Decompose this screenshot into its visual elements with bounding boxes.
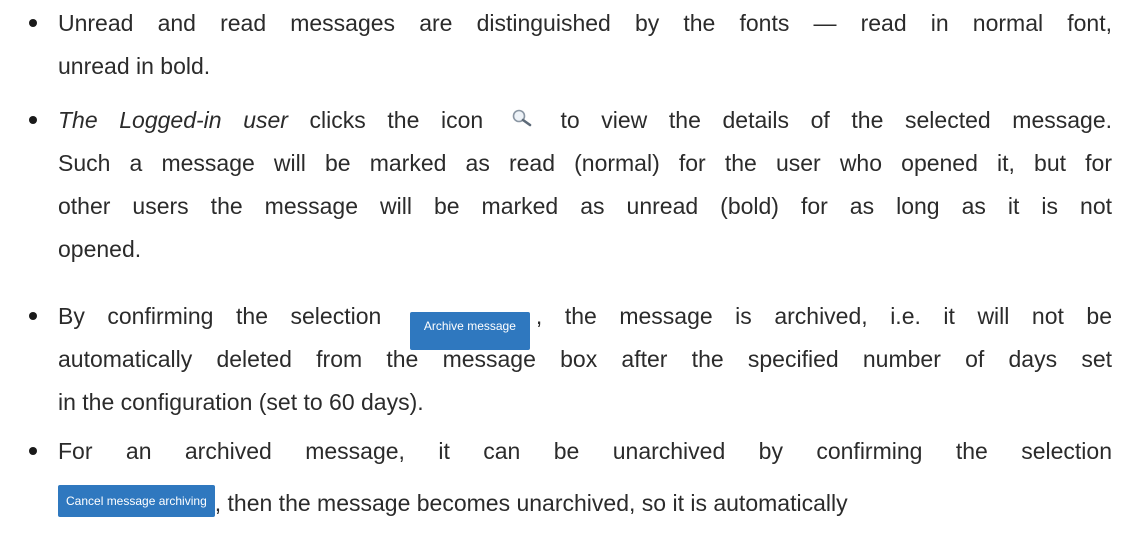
bullet-marker — [29, 312, 37, 320]
inline-text: , then the message becomes unarchived, s… — [214, 490, 848, 516]
text-line: in the configuration (set to 60 days). — [58, 389, 424, 415]
inline-text: clicks the icon — [287, 107, 484, 133]
text-line: For an archived message, it can be unarc… — [58, 438, 1112, 464]
document-page: Unread and read messages are distinguish… — [0, 0, 1137, 554]
text-line: Unread and read messages are distinguish… — [58, 10, 1112, 36]
text-line: The Logged-in user clicks the icon to vi… — [58, 103, 1112, 137]
emphasis-text: The Logged-in user — [58, 107, 288, 133]
text-line: automatically deleted from the message b… — [58, 346, 1112, 372]
text-line: Cancel message archiving, then the messa… — [58, 481, 1112, 525]
text-line: unread in bold. — [58, 53, 211, 79]
text-line: By confirming the selection Archive mess… — [58, 299, 1113, 350]
bullet-marker — [29, 447, 37, 455]
text-line: other users the message will be marked a… — [58, 193, 1112, 219]
inline-text: By confirming the selection — [58, 303, 382, 329]
magnifier-icon[interactable] — [511, 108, 533, 130]
inline-text: to view the details of the selected mess… — [560, 107, 1113, 133]
bullet-marker — [29, 19, 37, 27]
bullet-marker — [29, 116, 37, 124]
cancel-message-archiving-button[interactable]: Cancel message archiving — [58, 485, 215, 517]
text-line: opened. — [58, 236, 142, 262]
text-line: Such a message will be marked as read (n… — [58, 150, 1112, 176]
inline-text: , the message is archived, i.e. it will … — [535, 303, 1113, 329]
